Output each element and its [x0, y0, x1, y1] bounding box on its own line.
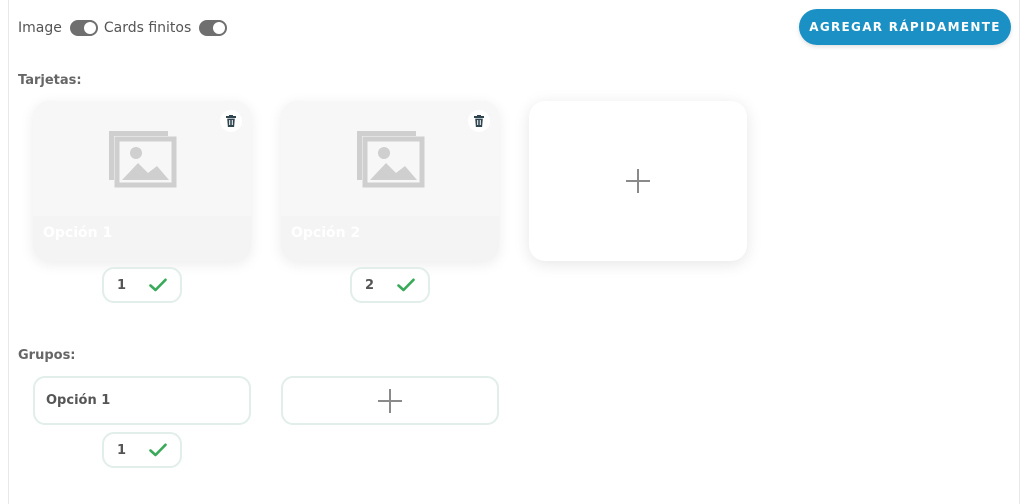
check-icon[interactable] — [149, 443, 167, 457]
toggle-knob — [213, 22, 226, 34]
cards-finitos-toggle[interactable] — [199, 20, 228, 36]
groups-section-title: Grupos: — [18, 348, 76, 363]
plus-icon — [378, 388, 402, 413]
card-option-1[interactable]: Opción 1 — [33, 101, 251, 261]
trash-icon — [226, 115, 236, 127]
image-toggle[interactable] — [69, 20, 98, 36]
image-toggle-label: Image — [18, 20, 62, 36]
trash-icon — [474, 115, 484, 127]
quick-add-button[interactable]: AGREGAR RÁPIDAMENTE — [799, 9, 1011, 45]
cards-section-title: Tarjetas: — [18, 73, 82, 88]
add-card-button[interactable] — [529, 101, 747, 261]
card-option-2[interactable]: Opción 2 — [281, 101, 499, 261]
delete-card-button[interactable] — [468, 110, 490, 132]
card-label: Opción 1 — [43, 225, 113, 241]
card-image-placeholder — [33, 101, 251, 216]
add-group-button[interactable] — [281, 376, 499, 425]
group-number-pill[interactable]: 1 — [102, 432, 182, 468]
check-icon[interactable] — [397, 278, 415, 292]
cards-finitos-toggle-label: Cards finitos — [103, 20, 192, 36]
toolbar: Image Cards finitos — [18, 17, 228, 39]
toggle-knob — [83, 22, 96, 34]
card-number: 2 — [365, 277, 375, 293]
image-icon — [357, 130, 425, 187]
card-image-placeholder — [281, 101, 499, 216]
card-number-pill[interactable]: 1 — [102, 267, 182, 303]
image-icon — [109, 130, 177, 187]
group-number: 1 — [117, 442, 127, 458]
group-option-1[interactable]: Opción 1 — [33, 376, 251, 425]
group-label: Opción 1 — [46, 393, 111, 408]
delete-card-button[interactable] — [220, 110, 242, 132]
check-icon[interactable] — [149, 278, 167, 292]
card-number: 1 — [117, 277, 127, 293]
card-label: Opción 2 — [291, 225, 361, 241]
card-number-pill[interactable]: 2 — [350, 267, 430, 303]
plus-icon — [626, 169, 650, 193]
